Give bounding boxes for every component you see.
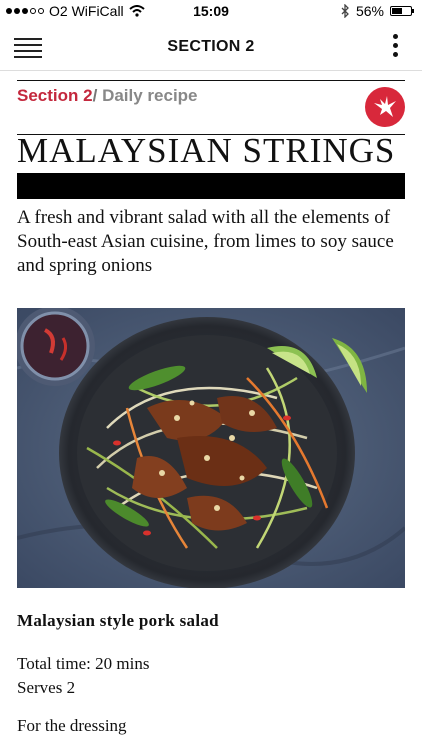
- battery-icon: [390, 6, 414, 16]
- breadcrumb-separator: /: [92, 86, 98, 105]
- battery-percentage: 56%: [355, 3, 384, 19]
- recipe-info: Total time: 20 mins Serves 2: [17, 652, 149, 700]
- breadcrumb: Section 2/ Daily recipe: [17, 86, 198, 106]
- total-time: Total time: 20 mins: [17, 654, 150, 673]
- nav-bar: SECTION 2: [0, 24, 422, 71]
- eagle-logo-icon: [365, 87, 405, 127]
- breadcrumb-page: Daily recipe: [102, 86, 198, 105]
- more-options-button[interactable]: [392, 34, 400, 62]
- article-headline: MALAYSIAN STRINGS: [17, 131, 396, 170]
- redacted-bar: [17, 173, 405, 199]
- top-rule: [17, 80, 405, 81]
- servings: Serves 2: [17, 678, 76, 697]
- nav-title: SECTION 2: [167, 38, 255, 55]
- bluetooth-icon: [341, 4, 349, 18]
- vertical-dots-icon: [392, 34, 400, 57]
- recipe-photo: [17, 308, 405, 588]
- recipe-title: Malaysian style pork salad: [17, 611, 219, 630]
- breadcrumb-section-link[interactable]: Section 2: [17, 86, 93, 105]
- status-right: 56%: [341, 3, 414, 19]
- article-standfirst: A fresh and vibrant salad with all the e…: [17, 207, 394, 276]
- status-bar: O2 WiFiCall 15:09 56%: [0, 0, 422, 24]
- dressing-heading: For the dressing: [17, 716, 127, 735]
